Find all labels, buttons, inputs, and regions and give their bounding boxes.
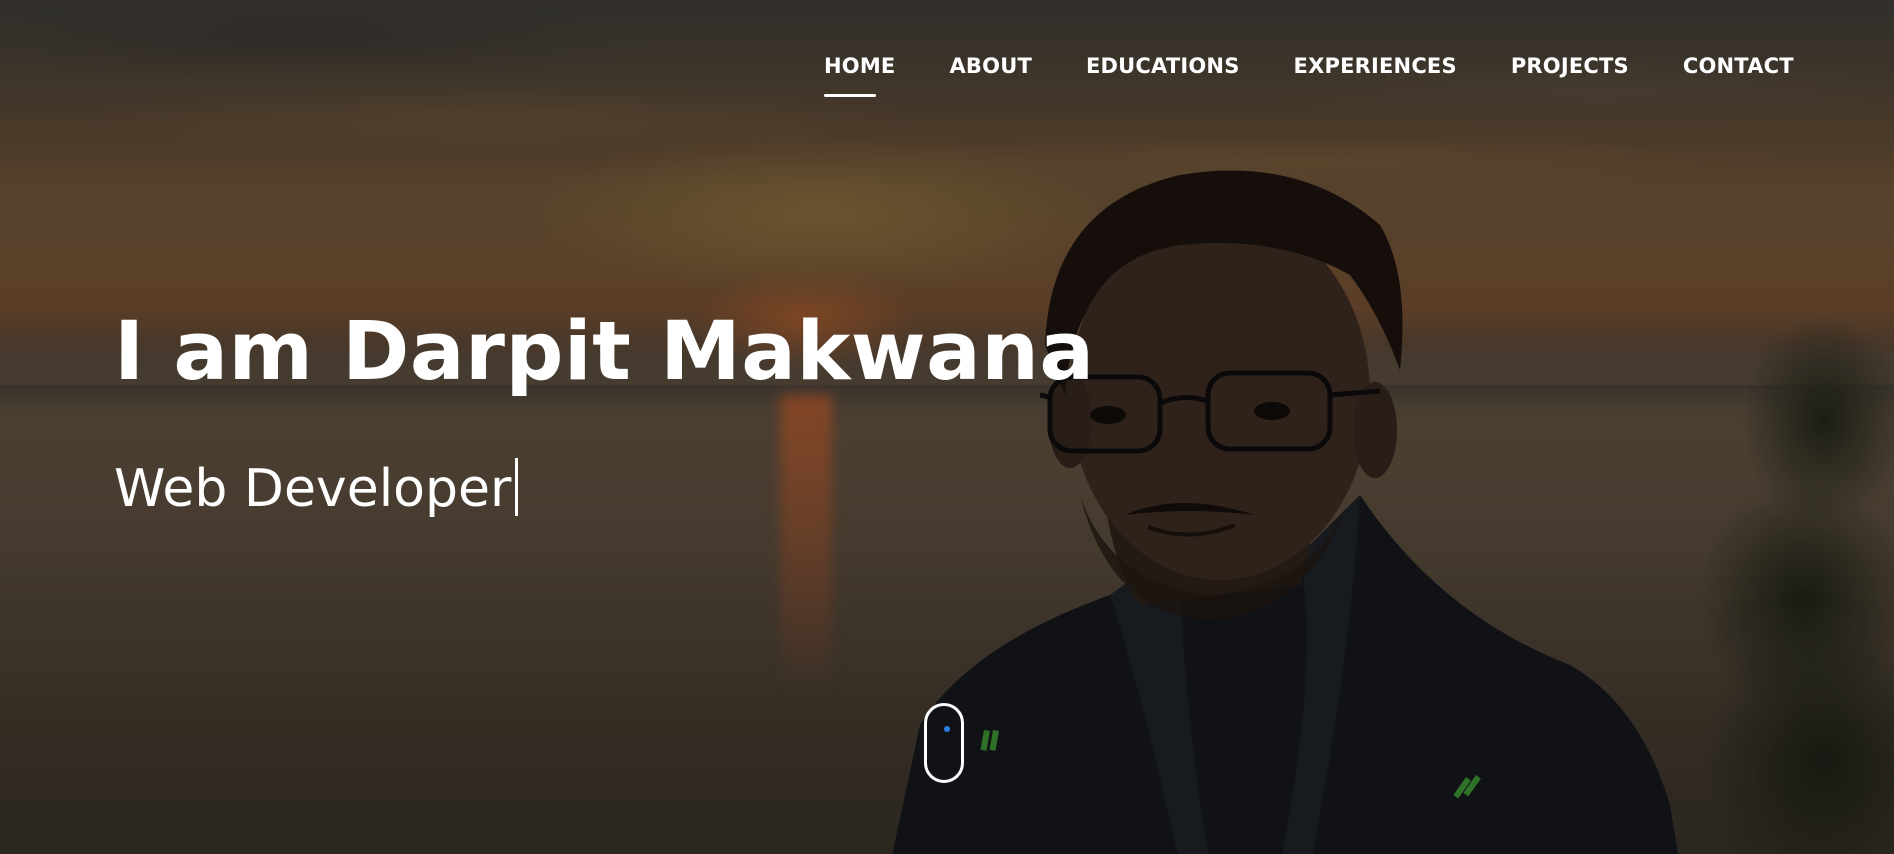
scroll-dot: [944, 726, 950, 732]
nav-label-projects: PROJECTS: [1510, 54, 1629, 78]
nav-label-experiences: EXPERIENCES: [1293, 54, 1457, 78]
nav-item-projects[interactable]: PROJECTS: [1511, 54, 1629, 78]
nav-item-experiences[interactable]: EXPERIENCES: [1294, 54, 1457, 78]
typing-cursor: [515, 458, 519, 516]
nav-item-home[interactable]: HOME: [824, 54, 896, 97]
typed-role-text: Web Developer: [114, 459, 512, 519]
mouse-scroll-icon[interactable]: [924, 703, 964, 783]
hero-section: HOME ABOUT EDUCATIONS EXPERIENCES PROJEC…: [0, 0, 1894, 854]
hero-subtitle: Web Developer: [114, 458, 519, 519]
nav-label-home: HOME: [824, 54, 896, 78]
nav-item-about[interactable]: ABOUT: [949, 54, 1032, 78]
nav-label-contact: CONTACT: [1682, 54, 1794, 78]
hero-title: I am Darpit Makwana: [114, 305, 1095, 399]
main-nav: HOME ABOUT EDUCATIONS EXPERIENCES PROJEC…: [824, 54, 1794, 97]
active-nav-underline: [824, 94, 876, 97]
nav-label-educations: EDUCATIONS: [1085, 54, 1240, 78]
nav-label-about: ABOUT: [949, 54, 1032, 78]
nav-item-educations[interactable]: EDUCATIONS: [1086, 54, 1240, 78]
nav-item-contact[interactable]: CONTACT: [1683, 54, 1794, 78]
